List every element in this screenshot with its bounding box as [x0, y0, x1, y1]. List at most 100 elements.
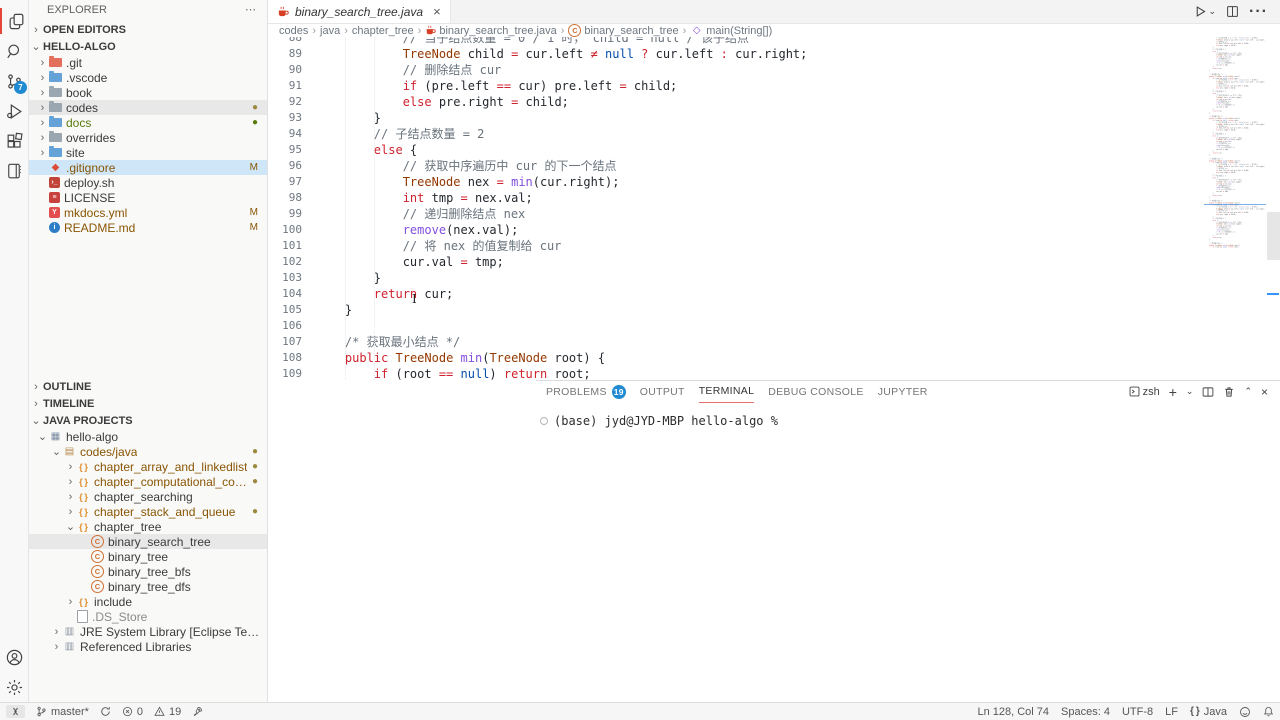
- java-tree-row-JRE-System-Library-Eclipse-Temurin-17-17-[interactable]: ›▥ JRE System Library [Eclipse Temurin 1…: [29, 624, 267, 639]
- java-tree-row-chapter-searching[interactable]: ›{ } chapter_searching: [29, 489, 267, 504]
- section-timeline[interactable]: › TIMELINE: [29, 395, 267, 412]
- status-git-branch[interactable]: master*: [36, 706, 89, 718]
- file-row--vscode[interactable]: › .vscode: [29, 70, 267, 85]
- panel-tab-debug-console[interactable]: DEBUG CONSOLE: [768, 381, 864, 402]
- line-number: 97: [268, 174, 302, 190]
- java-tree-row-chapter-computational-complexity[interactable]: ›{ } chapter_computational_complexity ●: [29, 474, 267, 489]
- close-icon[interactable]: ×: [433, 4, 441, 19]
- item-label: JRE System Library [Eclipse Temurin 17 […: [80, 625, 267, 639]
- kill-terminal-icon[interactable]: [1223, 386, 1235, 398]
- file-label: README.md: [64, 221, 135, 235]
- status-cursor-position[interactable]: Ln 128, Col 74: [977, 706, 1049, 718]
- status-remote-window[interactable]: [6, 705, 25, 718]
- chevron-right-icon: ›: [36, 147, 49, 159]
- source-control-icon[interactable]: 7: [0, 68, 28, 94]
- account-icon[interactable]: [0, 644, 28, 670]
- java-tree-row--DS-Store[interactable]: .DS_Store: [29, 609, 267, 624]
- explorer-icon[interactable]: [0, 8, 30, 34]
- status-sync[interactable]: [100, 706, 111, 717]
- minimap[interactable]: // 当子结点数量 = 0 / 1 时， child = null / 该子结点…: [1204, 37, 1266, 380]
- status-feedback[interactable]: [1239, 706, 1251, 718]
- java-tree-row-chapter-tree[interactable]: ⌄{ } chapter_tree: [29, 519, 267, 534]
- search-icon[interactable]: [0, 38, 28, 64]
- panel-tab-output[interactable]: OUTPUT: [640, 381, 685, 402]
- status-indentation[interactable]: Spaces: 4: [1061, 706, 1110, 718]
- file-row-README-md[interactable]: i README.md M: [29, 220, 267, 235]
- breadcrumb-item[interactable]: Cbinary_search_tree: [568, 24, 678, 37]
- run-button[interactable]: ⌄: [1194, 5, 1216, 18]
- terminal-profile[interactable]: zsh: [1129, 386, 1160, 398]
- shell-file-icon: ›_: [49, 177, 60, 188]
- line-number: 103: [268, 270, 302, 286]
- code-line-99: 99 // 递归删除结点 nex: [268, 206, 1280, 222]
- java-tree-row-include[interactable]: ›{ } include: [29, 594, 267, 609]
- code-editor[interactable]: 88 // 当子结点数量 = 0 / 1 时， child = null / 该…: [268, 37, 1280, 380]
- section-outline[interactable]: › OUTLINE: [29, 378, 267, 395]
- java-tree-row-Referenced-Libraries[interactable]: ›▥ Referenced Libraries: [29, 639, 267, 654]
- section-open-editors[interactable]: › OPEN EDITORS: [29, 21, 267, 38]
- chevron-icon: ›: [50, 641, 63, 653]
- java-tree-row-binary-tree[interactable]: C binary_tree: [29, 549, 267, 564]
- status-warnings[interactable]: 19: [154, 706, 181, 718]
- panel-tab-problems[interactable]: PROBLEMS 19: [546, 381, 626, 402]
- code-line-95: 95 else {: [268, 142, 1280, 158]
- file-row-docs[interactable]: › docs ●: [29, 115, 267, 130]
- file-row-site[interactable]: › site: [29, 145, 267, 160]
- code-line-92: 92 else pre.right = child;: [268, 94, 1280, 110]
- file-label: .git: [66, 56, 82, 70]
- java-tree-row-chapter-array-and-linkedlist[interactable]: ›{ } chapter_array_and_linkedlist ●: [29, 459, 267, 474]
- more-actions-icon[interactable]: ⋯: [245, 0, 257, 21]
- breadcrumb-item[interactable]: ◇main(String[]): [690, 25, 772, 37]
- file-row-LICENSE[interactable]: ≡ LICENSE: [29, 190, 267, 205]
- chevron-icon: ›: [50, 626, 63, 638]
- notebook-icon[interactable]: [0, 158, 28, 184]
- line-number: 93: [268, 110, 302, 126]
- java-tree-row-binary-tree-dfs[interactable]: C binary_tree_dfs: [29, 579, 267, 594]
- java-tree-row-chapter-stack-and-queue[interactable]: ›{ } chapter_stack_and_queue ●: [29, 504, 267, 519]
- more-actions-icon[interactable]: ···: [1249, 3, 1268, 21]
- breadcrumb-item[interactable]: binary_search_tree.java: [425, 25, 556, 37]
- settings-gear-icon[interactable]: [0, 674, 28, 700]
- java-tree-row-binary-tree-bfs[interactable]: C binary_tree_bfs: [29, 564, 267, 579]
- java-tree-row-binary-search-tree[interactable]: C binary_search_tree: [29, 534, 267, 549]
- file-row--gitignore[interactable]: ◆ .gitignore M: [29, 160, 267, 175]
- folder-icon: [49, 73, 62, 82]
- maximize-panel-icon[interactable]: ⌃: [1244, 386, 1252, 397]
- git-file-icon: ◆: [49, 162, 62, 173]
- package-icon: { }: [77, 522, 90, 532]
- file-row-overrides[interactable]: › overrides: [29, 130, 267, 145]
- status-encoding[interactable]: UTF-8: [1122, 706, 1153, 718]
- breadcrumb-item[interactable]: chapter_tree: [352, 25, 414, 37]
- terminal-prompt-line[interactable]: (base) jyd@JYD-MBP hello-algo %: [540, 414, 1280, 428]
- tab-binary-search-tree[interactable]: binary_search_tree.java ×: [268, 0, 451, 23]
- java-tree-row-hello-algo[interactable]: ⌄▦ hello-algo: [29, 429, 267, 444]
- file-row-mkdocs-yml[interactable]: Y mkdocs.yml M: [29, 205, 267, 220]
- java-file-icon: [425, 25, 436, 36]
- problems-badge: 19: [612, 385, 626, 399]
- close-panel-icon[interactable]: ×: [1261, 385, 1268, 399]
- status-errors[interactable]: 0: [122, 706, 143, 718]
- file-row-book[interactable]: › book: [29, 85, 267, 100]
- extensions-icon[interactable]: [0, 128, 28, 154]
- file-row-codes[interactable]: › codes ●: [29, 100, 267, 115]
- status-language-mode[interactable]: { }Java: [1190, 706, 1227, 718]
- breadcrumb-item[interactable]: java: [320, 25, 340, 37]
- status-notifications[interactable]: [1263, 706, 1274, 717]
- status-java-launch[interactable]: [192, 706, 203, 717]
- split-editor-icon[interactable]: [1226, 5, 1239, 18]
- section-java-projects[interactable]: ⌄ JAVA PROJECTS: [29, 412, 267, 429]
- chevron-down-icon[interactable]: ⌄: [1186, 386, 1194, 397]
- java-tree-row-codes-java[interactable]: ⌄▤ codes/java ●: [29, 444, 267, 459]
- section-project-root[interactable]: ⌄ HELLO-ALGO: [29, 38, 267, 55]
- panel-tab-jupyter[interactable]: JUPYTER: [878, 381, 928, 402]
- scrollbar-thumb[interactable]: [1267, 212, 1280, 260]
- split-terminal-icon[interactable]: [1202, 386, 1214, 398]
- breadcrumb-item[interactable]: codes: [279, 25, 308, 37]
- run-debug-icon[interactable]: [0, 98, 28, 124]
- file-row-deploy-sh[interactable]: ›_ deploy.sh: [29, 175, 267, 190]
- new-terminal-icon[interactable]: +: [1169, 384, 1177, 400]
- file-row--git[interactable]: › .git: [29, 55, 267, 70]
- chevron-right-icon: ›: [36, 72, 49, 84]
- status-eol[interactable]: LF: [1165, 706, 1178, 718]
- panel-tab-terminal[interactable]: TERMINAL: [699, 381, 755, 403]
